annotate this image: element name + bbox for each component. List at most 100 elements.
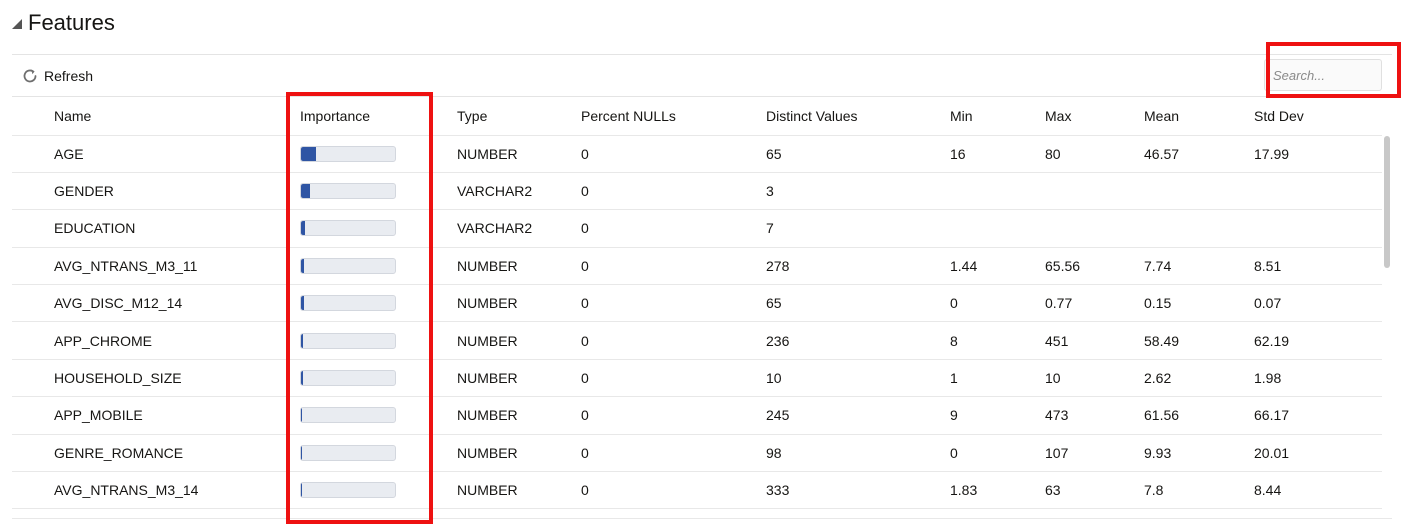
cell-max: 473 — [1045, 396, 1144, 435]
refresh-icon — [23, 69, 37, 83]
column-header-name[interactable]: Name — [12, 97, 300, 136]
cell-importance — [300, 471, 457, 510]
importance-bar-fill — [301, 146, 317, 161]
cell-distinct-values: 7 — [766, 209, 950, 248]
cell-max: 107 — [1045, 434, 1144, 473]
importance-bar-fill — [301, 296, 304, 311]
cell-importance — [300, 434, 457, 473]
importance-bar — [300, 257, 396, 274]
cell-mean: 61.56 — [1144, 396, 1254, 435]
cell-percent-nulls: 0 — [581, 209, 766, 248]
cell-max: 10 — [1045, 359, 1144, 398]
refresh-button[interactable]: Refresh — [12, 60, 103, 92]
cell-min — [950, 209, 1045, 248]
cell-min: 0 — [950, 284, 1045, 323]
cell-name: AVG_DISC_M12_14 — [12, 284, 300, 323]
cell-min — [950, 172, 1045, 211]
column-header-importance[interactable]: Importance — [300, 97, 457, 136]
importance-bar-fill — [301, 371, 303, 386]
cell-percent-nulls: 0 — [581, 284, 766, 323]
table-row[interactable]: APP_MOBILE NUMBER 0 245 9 473 61.56 66.17 — [12, 396, 1382, 435]
cell-mean: 9.93 — [1144, 434, 1254, 473]
cell-distinct-values: 278 — [766, 247, 950, 286]
cell-name: APP_CHROME — [12, 321, 300, 360]
column-header-percent-nulls[interactable]: Percent NULLs — [581, 97, 766, 136]
importance-bar-fill — [301, 408, 303, 423]
cell-min: 1.83 — [950, 471, 1045, 510]
column-header-distinct-values[interactable]: Distinct Values — [766, 97, 950, 136]
search-input[interactable] — [1264, 59, 1382, 91]
column-header-std-dev[interactable]: Std Dev — [1254, 97, 1382, 136]
table-row[interactable]: AVG_NTRANS_M3_14 NUMBER 0 333 1.83 63 7.8 8.44 — [12, 471, 1382, 510]
cell-mean: 58.49 — [1144, 321, 1254, 360]
column-header-type[interactable]: Type — [457, 97, 581, 136]
cell-name: AVG_NTRANS_M3_14 — [12, 471, 300, 510]
table-row[interactable]: GENRE_ROMANCE NUMBER 0 98 0 107 9.93 20.01 — [12, 434, 1382, 473]
cell-std-dev: 8.51 — [1254, 247, 1382, 286]
column-header-mean[interactable]: Mean — [1144, 97, 1254, 136]
cell-distinct-values: 98 — [766, 434, 950, 473]
cell-name: EDUCATION — [12, 209, 300, 248]
cell-importance — [300, 135, 457, 173]
cell-importance — [300, 321, 457, 360]
cell-percent-nulls: 0 — [581, 434, 766, 473]
cell-max — [1045, 172, 1144, 211]
cell-distinct-values: 236 — [766, 321, 950, 360]
column-header-max[interactable]: Max — [1045, 97, 1144, 136]
cell-std-dev: 0.07 — [1254, 284, 1382, 323]
cell-mean: 7.8 — [1144, 471, 1254, 510]
cell-min: 8 — [950, 321, 1045, 360]
importance-bar — [300, 370, 396, 387]
cell-type: NUMBER — [457, 471, 581, 510]
table-row[interactable]: APP_CHROME NUMBER 0 236 8 451 58.49 62.19 — [12, 321, 1382, 360]
importance-bar-fill — [301, 221, 305, 236]
table-row[interactable]: AVG_NTRANS_M3_11 NUMBER 0 278 1.44 65.56 7.74 8… — [12, 247, 1382, 286]
features-table: Name Importance Type Percent NULLs Distinct … — [12, 97, 1382, 510]
toolbar: Refresh — [12, 55, 1392, 97]
cell-std-dev: 8.44 — [1254, 471, 1382, 510]
table-row[interactable]: EDUCATION VARCHAR2 0 7 — [12, 209, 1382, 248]
cell-importance — [300, 172, 457, 211]
importance-bar — [300, 482, 396, 499]
cell-percent-nulls: 0 — [581, 471, 766, 510]
cell-name: GENRE_ROMANCE — [12, 434, 300, 473]
cell-max — [1045, 209, 1144, 248]
importance-bar — [300, 444, 396, 461]
importance-bar — [300, 183, 396, 200]
cell-name: AVG_NTRANS_M3_11 — [12, 247, 300, 286]
cell-distinct-values: 10 — [766, 359, 950, 398]
cell-importance — [300, 359, 457, 398]
cell-importance — [300, 396, 457, 435]
cell-max: 0.77 — [1045, 284, 1144, 323]
cell-percent-nulls: 0 — [581, 396, 766, 435]
importance-bar — [300, 332, 396, 349]
cell-min: 1.44 — [950, 247, 1045, 286]
cell-percent-nulls: 0 — [581, 172, 766, 211]
cell-max: 63 — [1045, 471, 1144, 510]
vertical-scrollbar[interactable] — [1382, 134, 1392, 506]
table-row[interactable]: AGE NUMBER 0 65 16 80 46.57 17.99 — [12, 135, 1382, 173]
scroll-thumb[interactable] — [1384, 136, 1390, 268]
table-row[interactable]: AVG_DISC_M12_14 NUMBER 0 65 0 0.77 0.15 0.07 — [12, 284, 1382, 323]
features-section-header[interactable]: Features — [12, 10, 115, 36]
cell-distinct-values: 333 — [766, 471, 950, 510]
cell-type: NUMBER — [457, 321, 581, 360]
cell-max: 451 — [1045, 321, 1144, 360]
collapse-triangle-icon[interactable] — [12, 19, 22, 29]
cell-name: GENDER — [12, 172, 300, 211]
cell-percent-nulls: 0 — [581, 359, 766, 398]
cell-mean — [1144, 209, 1254, 248]
cell-percent-nulls: 0 — [581, 247, 766, 286]
table-row[interactable]: HOUSEHOLD_SIZE NUMBER 0 10 1 10 2.62 1.98 — [12, 359, 1382, 398]
cell-max: 65.56 — [1045, 247, 1144, 286]
column-header-min[interactable]: Min — [950, 97, 1045, 136]
cell-mean: 46.57 — [1144, 135, 1254, 173]
cell-distinct-values: 65 — [766, 135, 950, 173]
cell-percent-nulls: 0 — [581, 321, 766, 360]
cell-name: AGE — [12, 135, 300, 173]
table-row[interactable]: GENDER VARCHAR2 0 3 — [12, 172, 1382, 211]
cell-min: 1 — [950, 359, 1045, 398]
importance-bar — [300, 220, 396, 237]
cell-importance — [300, 209, 457, 248]
cell-importance — [300, 247, 457, 286]
